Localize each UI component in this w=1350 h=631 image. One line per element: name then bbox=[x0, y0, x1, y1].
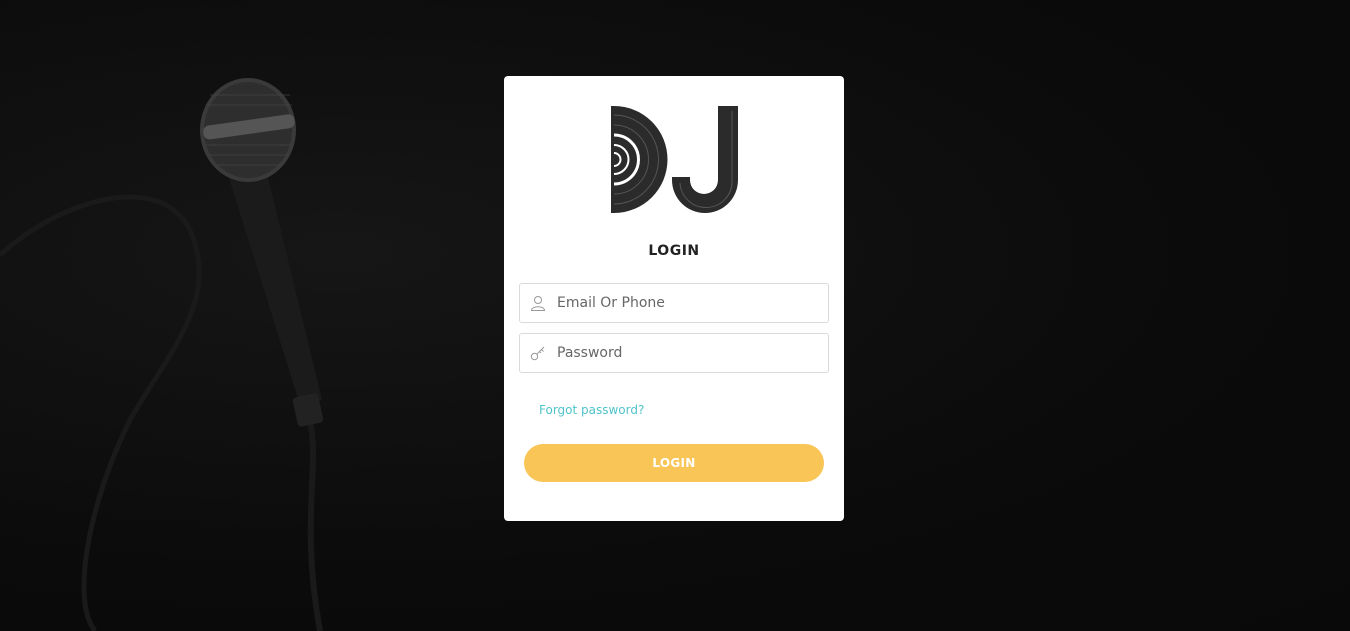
login-title: LOGIN bbox=[648, 243, 700, 259]
email-input[interactable] bbox=[557, 284, 817, 322]
key-icon bbox=[530, 346, 545, 361]
login-card: LOGIN Forgot password? LOGIN bbox=[504, 76, 844, 521]
user-icon bbox=[530, 296, 546, 311]
password-field[interactable] bbox=[519, 333, 829, 373]
password-input[interactable] bbox=[557, 334, 817, 372]
login-button[interactable]: LOGIN bbox=[524, 444, 824, 482]
email-field[interactable] bbox=[519, 283, 829, 323]
dj-vinyl-logo-icon bbox=[611, 106, 738, 213]
forgot-password-link[interactable]: Forgot password? bbox=[539, 403, 644, 417]
